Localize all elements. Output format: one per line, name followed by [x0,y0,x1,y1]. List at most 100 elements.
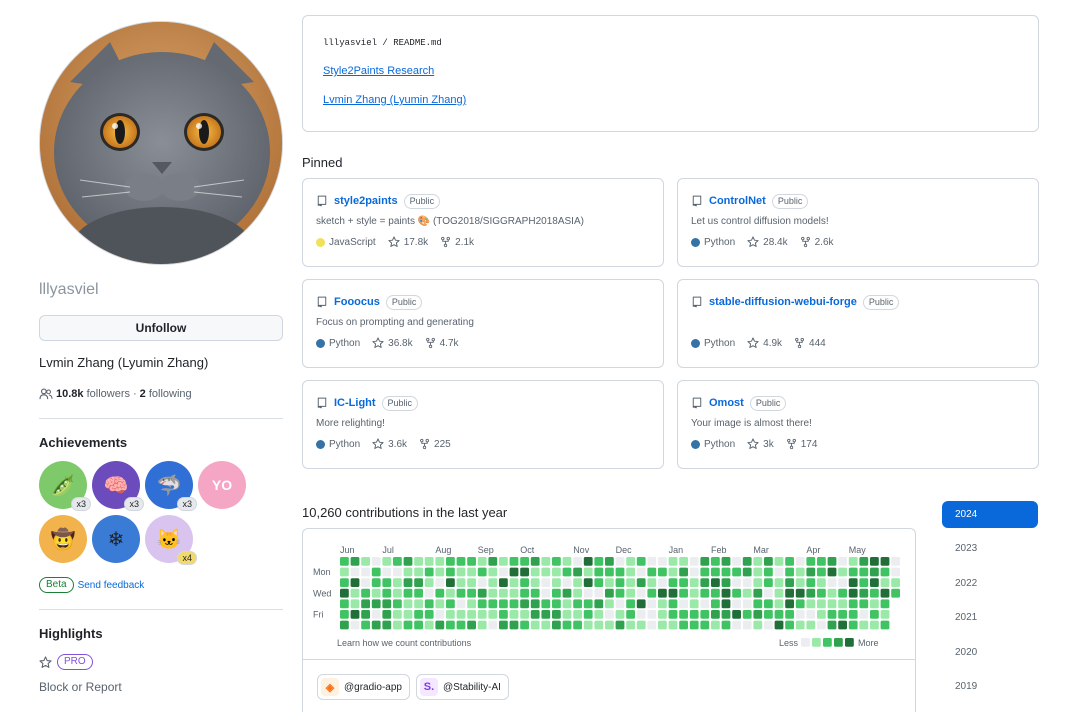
contribution-day[interactable] [615,588,625,598]
contribution-day[interactable] [361,599,370,609]
contribution-day[interactable] [658,578,667,587]
contribution-day[interactable] [509,588,519,598]
contribution-day[interactable] [467,610,476,619]
repo-name-link[interactable]: Fooocus [334,296,380,308]
readme-path-file[interactable]: README.md [393,38,442,48]
achievement-badge[interactable]: 🫛 x3 [39,461,91,511]
contribution-day[interactable] [806,610,816,619]
contribution-day[interactable] [424,588,434,598]
contribution-day[interactable] [382,557,392,566]
contribution-day[interactable] [403,610,413,619]
contribution-day[interactable] [414,620,423,630]
contribution-day[interactable] [350,599,360,609]
contribution-day[interactable] [594,599,604,609]
contribution-day[interactable] [520,610,529,619]
contribution-day[interactable] [658,567,667,577]
contribution-day[interactable] [530,567,540,577]
contribution-day[interactable] [371,578,381,587]
contribution-day[interactable] [435,620,445,630]
contribution-day[interactable] [817,599,826,609]
contribution-day[interactable] [647,599,657,609]
contribution-day[interactable] [350,610,360,619]
contribution-day[interactable] [371,588,381,598]
contribution-day[interactable] [764,620,773,630]
contribution-day[interactable] [827,610,837,619]
year-2024[interactable]: 2024 [942,501,1038,528]
contribution-day[interactable] [446,557,455,566]
contribution-day[interactable] [350,567,360,577]
contribution-day[interactable] [764,567,773,577]
contribution-day[interactable] [456,599,466,609]
contribution-day[interactable] [573,557,582,566]
contribution-day[interactable] [583,599,593,609]
contribution-day[interactable] [870,557,879,566]
contribution-day[interactable] [732,567,741,577]
contribution-day[interactable] [573,588,582,598]
contribution-day[interactable] [838,588,847,598]
contribution-day[interactable] [774,610,784,619]
contribution-day[interactable] [679,567,688,577]
contribution-day[interactable] [795,567,805,577]
contribution-day[interactable] [848,588,858,598]
contribution-day[interactable] [435,610,445,619]
contribution-day[interactable] [562,620,572,630]
contribution-day[interactable] [424,599,434,609]
contribution-day[interactable] [605,620,614,630]
contribution-day[interactable] [467,557,476,566]
contribution-day[interactable] [891,567,900,577]
contribution-day[interactable] [499,599,508,609]
year-2020[interactable]: 2020 [942,639,1038,666]
contribution-day[interactable] [859,599,869,609]
contribution-day[interactable] [679,610,688,619]
contribution-day[interactable] [721,557,731,566]
repo-stars[interactable]: 3k [747,438,774,450]
contribution-day[interactable] [446,567,455,577]
contribution-day[interactable] [499,557,508,566]
contribution-day[interactable] [721,599,731,609]
achievement-badge[interactable]: 🧠 x3 [92,461,144,511]
contribution-day[interactable] [838,567,847,577]
contribution-day[interactable] [774,557,784,566]
contribution-day[interactable] [689,599,699,609]
contribution-day[interactable] [594,567,604,577]
contribution-day[interactable] [520,599,529,609]
contribution-day[interactable] [509,557,519,566]
contribution-day[interactable] [552,620,561,630]
contribution-day[interactable] [594,578,604,587]
contribution-day[interactable] [467,599,476,609]
contribution-day[interactable] [573,620,582,630]
contribution-day[interactable] [753,620,763,630]
contribution-day[interactable] [859,610,869,619]
contribution-day[interactable] [679,599,688,609]
contribution-day[interactable] [679,557,688,566]
unfollow-button[interactable]: Unfollow [39,315,283,341]
contribution-day[interactable] [658,610,667,619]
contribution-day[interactable] [636,557,646,566]
repo-forks[interactable]: 225 [419,438,451,450]
contribution-day[interactable] [414,567,423,577]
contribution-day[interactable] [605,588,614,598]
contribution-day[interactable] [785,588,794,598]
contribution-day[interactable] [880,610,890,619]
repo-name-link[interactable]: IC-Light [334,397,376,409]
year-2022[interactable]: 2022 [942,570,1038,597]
contribution-day[interactable] [530,578,540,587]
repo-name-link[interactable]: Omost [709,397,744,409]
contribution-day[interactable] [414,610,423,619]
contribution-day[interactable] [583,588,593,598]
contribution-day[interactable] [393,578,402,587]
contribution-day[interactable] [636,610,646,619]
contribution-day[interactable] [721,567,731,577]
send-feedback-link[interactable]: Send feedback [78,580,145,591]
contribution-day[interactable] [626,620,635,630]
readme-path-user[interactable]: lllyasviel [323,38,377,48]
contribution-day[interactable] [414,588,423,598]
contribution-day[interactable] [742,620,752,630]
contribution-day[interactable] [467,620,476,630]
contribution-day[interactable] [647,557,657,566]
contribution-day[interactable] [467,588,476,598]
contribution-day[interactable] [340,620,349,630]
contribution-day[interactable] [753,610,763,619]
contribution-day[interactable] [615,610,625,619]
contribution-day[interactable] [371,557,381,566]
